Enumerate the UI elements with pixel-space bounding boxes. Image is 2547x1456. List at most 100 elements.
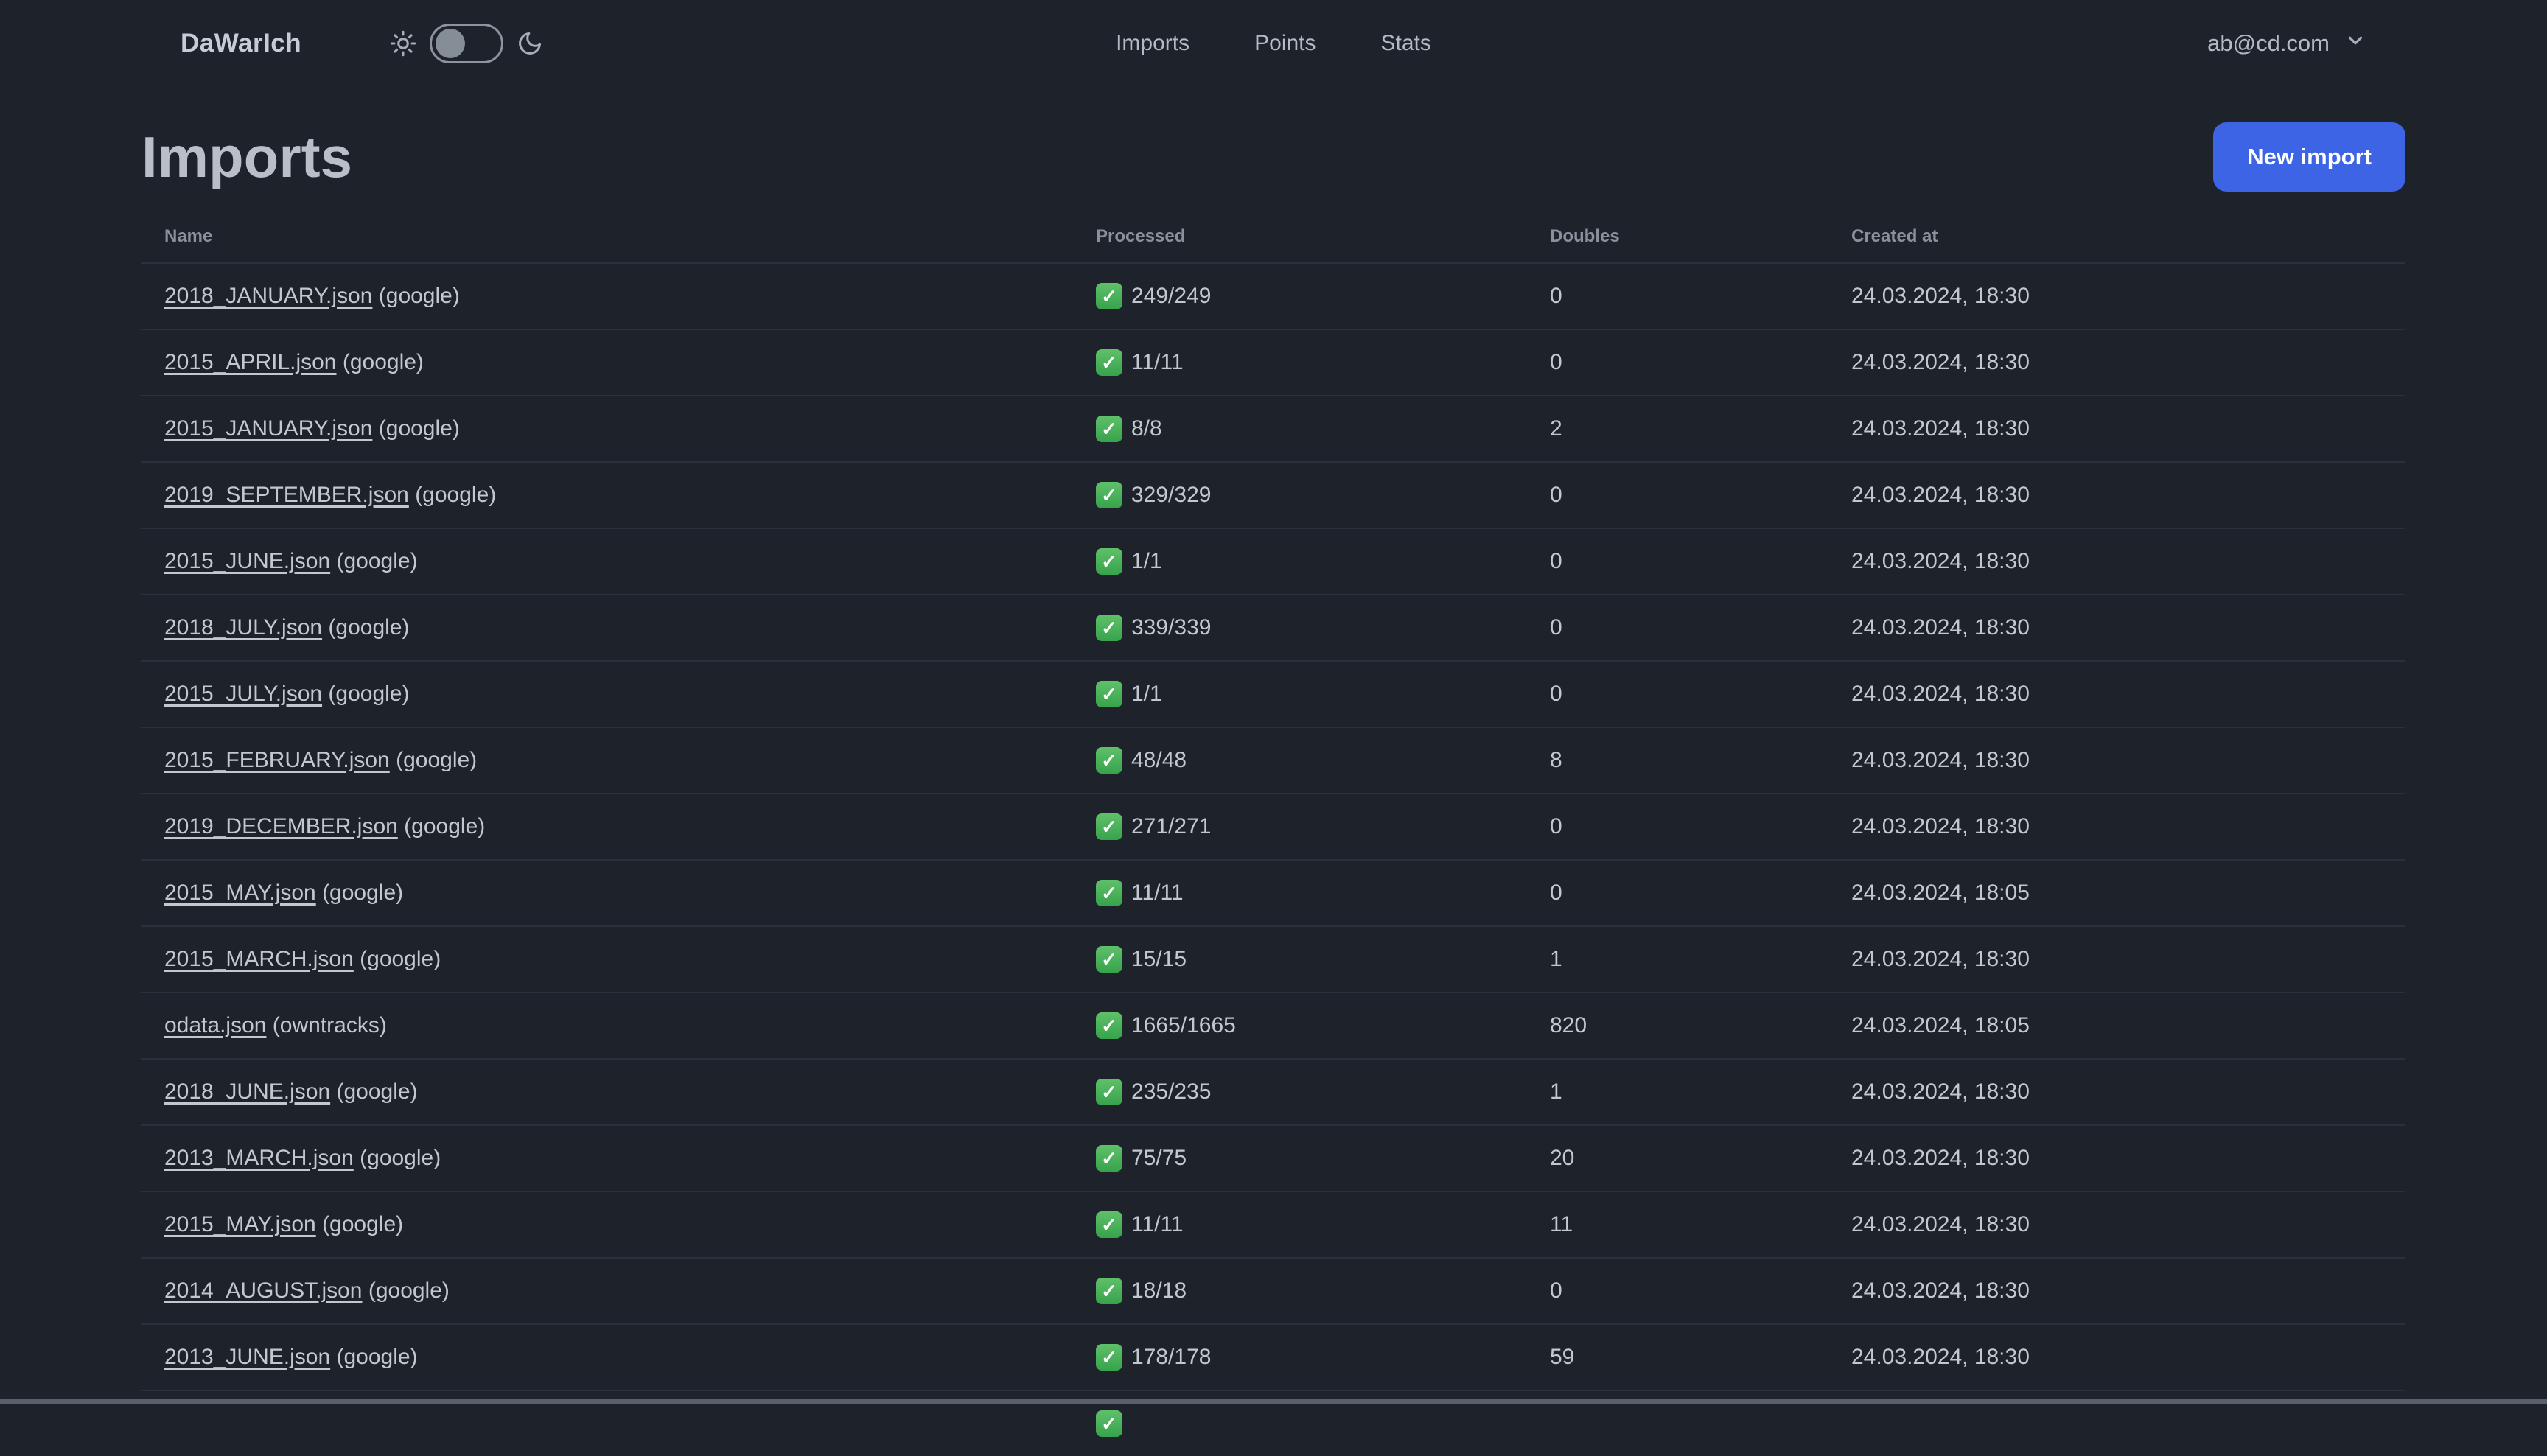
table-row: 2018_JANUARY.json (google) ✓ 249/249 0 2… xyxy=(142,262,2406,329)
import-file-link[interactable]: 2018_JANUARY.json xyxy=(164,284,372,308)
processed-count: 178/178 xyxy=(1131,1345,1211,1370)
import-source-label: (google) xyxy=(336,549,417,573)
theme-toggle-knob xyxy=(436,29,465,58)
table-row: 2015_FEBRUARY.json (google) ✓ 48/48 8 24… xyxy=(142,727,2406,793)
check-mark-icon: ✓ xyxy=(1096,416,1122,442)
import-source-label: (google) xyxy=(360,1146,441,1170)
import-source-label: (google) xyxy=(336,1079,417,1104)
processed-count: 18/18 xyxy=(1131,1278,1187,1303)
table-row: 2013_MARCH.json (google) ✓ 75/75 20 24.0… xyxy=(142,1124,2406,1191)
new-import-button[interactable]: New import xyxy=(2213,122,2406,192)
created-at-value: 24.03.2024, 18:30 xyxy=(1851,284,2406,309)
check-mark-icon: ✓ xyxy=(1096,1410,1122,1437)
doubles-count: 0 xyxy=(1550,881,1851,906)
import-name-cell: 2018_JUNE.json (google) xyxy=(164,1079,1096,1105)
created-at-value: 24.03.2024, 18:30 xyxy=(1851,416,2406,441)
doubles-count: 1 xyxy=(1550,947,1851,972)
table-row: 2015_MAY.json (google) ✓ 11/11 11 24.03.… xyxy=(142,1191,2406,1257)
import-source-label: (google) xyxy=(322,881,403,905)
processed-count: 11/11 xyxy=(1131,350,1184,375)
check-mark-icon: ✓ xyxy=(1096,813,1122,840)
doubles-count: 8 xyxy=(1550,748,1851,773)
nav-link-imports[interactable]: Imports xyxy=(1116,31,1189,56)
created-at-value: 24.03.2024, 18:30 xyxy=(1851,1278,2406,1303)
import-file-link[interactable]: 2018_JULY.json xyxy=(164,615,322,640)
created-at-value: 24.03.2024, 18:30 xyxy=(1851,483,2406,508)
import-file-link[interactable]: 2019_SEPTEMBER.json xyxy=(164,483,409,507)
navbar: DaWarIch Imports Points xyxy=(0,0,2547,87)
processed-cell: ✓ 75/75 xyxy=(1096,1145,1550,1172)
created-at-value: 24.03.2024, 18:30 xyxy=(1851,549,2406,574)
nav-link-points[interactable]: Points xyxy=(1254,31,1316,56)
import-file-link[interactable]: 2013_JUNE.json xyxy=(164,1345,330,1369)
brand-logo[interactable]: DaWarIch xyxy=(181,29,301,58)
doubles-count: 11 xyxy=(1550,1212,1851,1237)
import-source-label: (google) xyxy=(360,947,441,971)
table-row: 2018_JUNE.json (google) ✓ 235/235 1 24.0… xyxy=(142,1058,2406,1124)
check-mark-icon: ✓ xyxy=(1096,681,1122,707)
processed-cell: ✓ 329/329 xyxy=(1096,482,1550,508)
processed-cell: ✓ 8/8 xyxy=(1096,416,1550,442)
import-file-link[interactable]: 2015_JULY.json xyxy=(164,682,322,706)
processed-count: 339/339 xyxy=(1131,615,1211,640)
processed-count: 48/48 xyxy=(1131,748,1187,773)
import-name-cell: 2015_JANUARY.json (google) xyxy=(164,416,1096,441)
import-file-link[interactable]: 2019_DECEMBER.json xyxy=(164,814,398,839)
check-mark-icon: ✓ xyxy=(1096,349,1122,376)
processed-count: 249/249 xyxy=(1131,284,1211,309)
import-file-link[interactable]: 2013_MARCH.json xyxy=(164,1146,354,1170)
processed-cell: ✓ 178/178 xyxy=(1096,1344,1550,1371)
import-file-link[interactable]: 2015_MAY.json xyxy=(164,1212,316,1236)
import-file-link[interactable]: 2015_MARCH.json xyxy=(164,947,354,971)
import-file-link[interactable]: 2014_AUGUST.json xyxy=(164,1278,362,1303)
import-source-label: (google) xyxy=(328,615,409,640)
processed-count: 15/15 xyxy=(1131,947,1187,972)
doubles-count: 1 xyxy=(1550,1079,1851,1105)
import-source-label: (google) xyxy=(368,1278,450,1303)
doubles-count: 0 xyxy=(1550,814,1851,839)
check-mark-icon: ✓ xyxy=(1096,283,1122,309)
check-mark-icon: ✓ xyxy=(1096,1211,1122,1238)
import-name-cell: 2015_JULY.json (google) xyxy=(164,682,1096,707)
table-body: 2018_JANUARY.json (google) ✓ 249/249 0 2… xyxy=(142,262,2406,1456)
processed-count: 1665/1665 xyxy=(1131,1013,1236,1038)
import-file-link[interactable]: odata.json xyxy=(164,1013,266,1037)
check-mark-icon: ✓ xyxy=(1096,1012,1122,1039)
user-menu[interactable]: ab@cd.com xyxy=(2207,29,2366,57)
nav-link-stats[interactable]: Stats xyxy=(1381,31,1431,56)
import-source-label: (google) xyxy=(396,748,477,772)
user-email: ab@cd.com xyxy=(2207,30,2330,57)
table-row: 2019_SEPTEMBER.json (google) ✓ 329/329 0… xyxy=(142,461,2406,528)
import-file-link[interactable]: 2015_JUNE.json xyxy=(164,549,330,573)
import-source-label: (google) xyxy=(328,682,409,706)
import-file-link[interactable]: 2015_MAY.json xyxy=(164,881,316,905)
import-file-link[interactable]: 2015_JANUARY.json xyxy=(164,416,372,441)
check-mark-icon: ✓ xyxy=(1096,1344,1122,1371)
processed-cell: ✓ 11/11 xyxy=(1096,880,1550,906)
doubles-count: 59 xyxy=(1550,1345,1851,1370)
processed-cell: ✓ 18/18 xyxy=(1096,1278,1550,1304)
import-source-label: (google) xyxy=(415,483,496,507)
theme-toggle[interactable] xyxy=(430,24,503,63)
import-source-label: (google) xyxy=(404,814,485,839)
import-file-link[interactable]: 2015_FEBRUARY.json xyxy=(164,748,390,772)
import-file-link[interactable]: 2015_APRIL.json xyxy=(164,350,337,374)
created-at-value: 24.03.2024, 18:30 xyxy=(1851,1146,2406,1171)
doubles-count: 0 xyxy=(1550,483,1851,508)
main-nav: Imports Points Stats xyxy=(1116,0,1431,87)
import-name-cell: 2013_JUNE.json (google) xyxy=(164,1345,1096,1370)
moon-icon xyxy=(517,30,543,57)
processed-count: 75/75 xyxy=(1131,1146,1187,1171)
horizontal-scrollbar[interactable] xyxy=(0,1399,2547,1404)
processed-count: 329/329 xyxy=(1131,483,1211,508)
import-file-link[interactable]: 2018_JUNE.json xyxy=(164,1079,330,1104)
check-mark-icon: ✓ xyxy=(1096,1079,1122,1105)
created-at-value: 24.03.2024, 18:05 xyxy=(1851,1013,2406,1038)
created-at-value: 24.03.2024, 18:30 xyxy=(1851,1079,2406,1105)
doubles-count: 2 xyxy=(1550,416,1851,441)
processed-count: 11/11 xyxy=(1131,881,1184,906)
table-row: 2019_DECEMBER.json (google) ✓ 271/271 0 … xyxy=(142,793,2406,859)
table-row: 2015_JUNE.json (google) ✓ 1/1 0 24.03.20… xyxy=(142,528,2406,594)
import-name-cell: 2015_MAY.json (google) xyxy=(164,1212,1096,1237)
import-source-label: (owntracks) xyxy=(273,1013,387,1037)
